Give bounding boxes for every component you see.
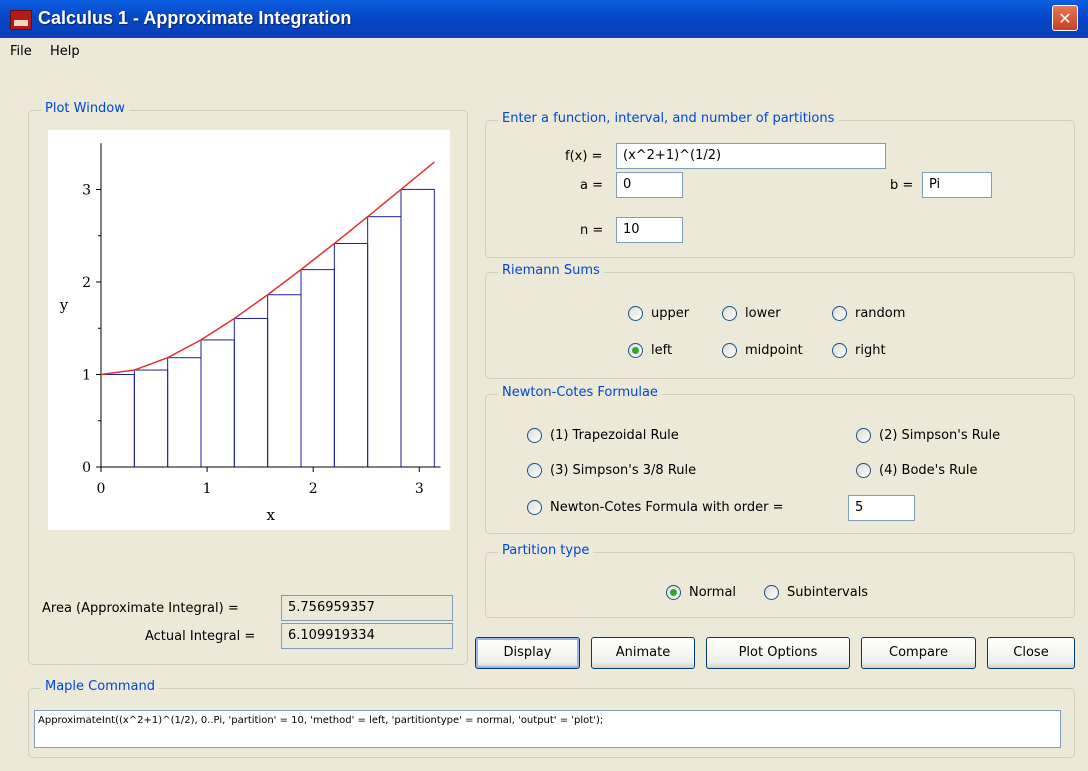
riemann-sums-legend: Riemann Sums (498, 263, 604, 278)
radio-circle[interactable] (722, 305, 737, 321)
radio-upper[interactable]: upper (628, 304, 689, 322)
radio-circle[interactable] (856, 427, 871, 443)
y-tick-label: 2 (82, 275, 91, 291)
area-value: 5.756959357 (281, 595, 453, 621)
radio-simpson-38[interactable]: (3) Simpson's 3/8 Rule (527, 461, 696, 479)
fx-input[interactable]: (x^2+1)^(1/2) (616, 143, 886, 169)
y-axis-label: y (59, 296, 69, 314)
radio-label: (2) Simpson's Rule (879, 427, 1001, 443)
maple-command-legend: Maple Command (41, 679, 159, 694)
radio-label: lower (745, 305, 781, 321)
radio-circle[interactable] (832, 305, 847, 321)
actual-integral-label: Actual Integral = (145, 629, 256, 644)
menu-bar: File Help (0, 38, 1088, 64)
riemann-bar (333, 242, 369, 468)
radio-circle-selected[interactable] (628, 342, 643, 358)
riemann-bar (200, 339, 235, 468)
x-tick-label: 3 (415, 481, 424, 497)
menu-help[interactable]: Help (50, 44, 80, 59)
radio-trapezoidal[interactable]: (1) Trapezoidal Rule (527, 426, 679, 444)
radio-random[interactable]: random (832, 304, 905, 322)
riemann-bar (400, 188, 435, 468)
partition-type-legend: Partition type (498, 543, 594, 558)
radio-circle[interactable] (527, 462, 542, 478)
n-input[interactable]: 10 (616, 217, 683, 243)
maple-command-text[interactable]: ApproximateInt((x^2+1)^(1/2), 0..Pi, 'pa… (34, 710, 1061, 748)
n-label: n = (580, 223, 604, 238)
radio-label: upper (651, 305, 690, 321)
actual-integral-value: 6.109919334 (281, 623, 453, 649)
radio-label: midpoint (745, 342, 803, 358)
menu-file[interactable]: File (10, 44, 32, 59)
radio-subintervals[interactable]: Subintervals (764, 583, 868, 601)
title-bar[interactable]: Calculus 1 - Approximate Integration ✕ (0, 0, 1088, 38)
riemann-bar (133, 369, 169, 468)
radio-left[interactable]: left (628, 341, 672, 359)
b-label: b = (890, 178, 914, 193)
riemann-bar (167, 357, 202, 468)
close-button[interactable]: Close (987, 637, 1075, 669)
radio-circle-selected[interactable] (666, 584, 681, 600)
radio-normal[interactable]: Normal (666, 583, 736, 601)
radio-label: Subintervals (787, 584, 869, 600)
radio-circle[interactable] (856, 462, 871, 478)
maple-app-icon (10, 10, 32, 30)
radio-label: Normal (689, 584, 737, 600)
radio-lower[interactable]: lower (722, 304, 781, 322)
riemann-plot: 0 1 2 3 0 1 2 3 x y (59, 143, 441, 524)
x-axis-label: x (267, 506, 276, 524)
riemann-bar (367, 216, 402, 468)
function-input-legend: Enter a function, interval, and number o… (498, 111, 839, 126)
animate-button[interactable]: Animate (591, 637, 695, 669)
radio-circle[interactable] (527, 499, 542, 515)
riemann-bar (100, 374, 135, 468)
radio-label: Newton-Cotes Formula with order = (550, 499, 784, 515)
y-tick-label: 1 (82, 368, 91, 384)
radio-label: right (855, 342, 886, 358)
display-button[interactable]: Display (475, 637, 580, 669)
newton-cotes-legend: Newton-Cotes Formulae (498, 385, 662, 400)
plot-area: 0 1 2 3 0 1 2 3 x y (48, 130, 450, 530)
radio-label: (4) Bode's Rule (879, 462, 978, 478)
radio-midpoint[interactable]: midpoint (722, 341, 803, 359)
radio-newton-cotes-order[interactable]: Newton-Cotes Formula with order = (527, 498, 783, 516)
plot-options-button[interactable]: Plot Options (706, 637, 850, 669)
x-tick-label: 2 (309, 481, 318, 497)
radio-circle[interactable] (527, 427, 542, 443)
radio-label: (3) Simpson's 3/8 Rule (550, 462, 697, 478)
plot-window-legend: Plot Window (41, 101, 129, 116)
riemann-bar (267, 294, 302, 468)
radio-label: left (651, 342, 673, 358)
b-input[interactable]: Pi (922, 172, 992, 198)
radio-bode[interactable]: (4) Bode's Rule (856, 461, 977, 479)
close-window-button[interactable]: ✕ (1052, 5, 1078, 31)
riemann-sums-group: Riemann Sums (485, 263, 1075, 379)
radio-circle[interactable] (764, 584, 779, 600)
x-tick-label: 0 (97, 481, 106, 497)
order-input[interactable]: 5 (848, 495, 915, 521)
radio-circle[interactable] (628, 305, 643, 321)
area-label: Area (Approximate Integral) = (42, 601, 239, 616)
a-input[interactable]: 0 (616, 172, 683, 198)
y-tick-label: 0 (82, 460, 91, 476)
compare-button[interactable]: Compare (861, 637, 976, 669)
radio-label: (1) Trapezoidal Rule (550, 427, 679, 443)
x-tick-label: 1 (203, 481, 212, 497)
radio-simpson[interactable]: (2) Simpson's Rule (856, 426, 1000, 444)
fx-label: f(x) = (565, 149, 603, 164)
riemann-bar (300, 269, 335, 468)
window-title: Calculus 1 - Approximate Integration (38, 8, 352, 28)
a-label: a = (580, 178, 603, 193)
riemann-bar (233, 317, 269, 468)
y-tick-label: 3 (82, 183, 91, 199)
radio-label: random (855, 305, 906, 321)
radio-circle[interactable] (832, 342, 847, 358)
radio-circle[interactable] (722, 342, 737, 358)
radio-right[interactable]: right (832, 341, 886, 359)
